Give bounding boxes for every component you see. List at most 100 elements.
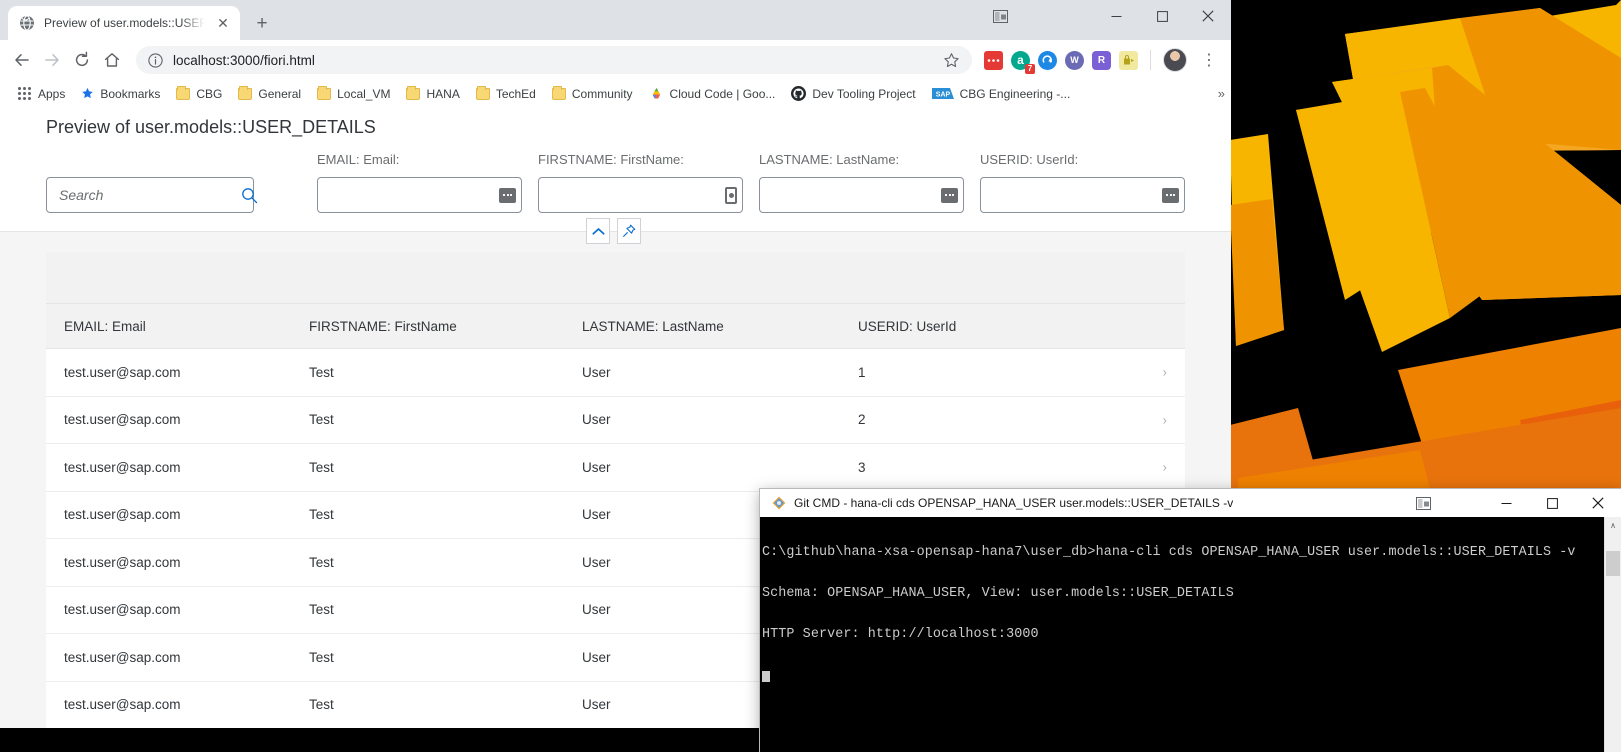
cell-lastname: User <box>582 364 611 380</box>
bookmark-label: Apps <box>38 86 66 101</box>
terminal-scrollbar[interactable]: ∧ <box>1604 517 1621 752</box>
bookmark-label: General <box>258 86 302 101</box>
terminal-prompt-line <box>762 669 1621 687</box>
bookmarks-overflow-button[interactable]: » <box>1218 86 1225 101</box>
folder-icon <box>317 85 332 100</box>
terminal-title-bar[interactable]: Git CMD - hana-cli cds OPENSAP_HANA_USER… <box>760 489 1621 517</box>
bookmark-label: HANA <box>426 86 460 101</box>
bookmark-label: Cloud Code | Goo... <box>669 86 776 101</box>
forward-button[interactable] <box>38 46 66 74</box>
magnifier-icon[interactable] <box>241 187 258 204</box>
red-dots-extension-icon[interactable] <box>984 50 1003 70</box>
collapse-filterbar-button[interactable] <box>586 218 610 244</box>
filter-firstname-label: FIRSTNAME: FirstName: <box>538 152 684 167</box>
star-icon <box>81 87 94 100</box>
toolbar-divider <box>1150 50 1151 70</box>
table-row[interactable]: test.user@sap.com Test User 3 › <box>46 444 1185 492</box>
terminal-output[interactable]: C:\github\hana-xsa-opensap-hana7\user_db… <box>760 517 1621 752</box>
cell-firstname: Test <box>309 697 334 713</box>
bookmark-label: Local_VM <box>337 86 391 101</box>
google-cloud-icon <box>649 87 664 101</box>
column-header-lastname[interactable]: LASTNAME: LastName <box>582 319 858 334</box>
filter-userid-field[interactable] <box>980 177 1185 213</box>
cell-userid: 3 <box>858 459 866 475</box>
w-circle-extension-icon[interactable]: W <box>1065 50 1084 70</box>
address-bar-url: localhost:3000/fiori.html <box>173 52 315 68</box>
filter-lastname-label: LASTNAME: LastName: <box>759 152 900 167</box>
scrollbar-thumb[interactable] <box>1606 551 1620 576</box>
bookmark-label: Dev Tooling Project <box>812 86 916 101</box>
window-maximize-button[interactable] <box>1139 0 1185 32</box>
new-tab-button[interactable]: + <box>250 11 274 35</box>
panel-layout-icon[interactable] <box>1403 489 1443 517</box>
r-hex-extension-icon[interactable]: R <box>1092 50 1111 70</box>
window-minimize-button[interactable] <box>1093 0 1139 32</box>
blue-arrow-extension-icon[interactable] <box>1038 50 1057 70</box>
filter-firstname-field[interactable] <box>538 177 743 213</box>
browser-tab-strip: Preview of user.models::USER_DE ✕ + <box>0 0 1231 40</box>
cell-userid: 2 <box>858 412 866 428</box>
folder-icon <box>238 85 253 100</box>
filter-userid-group: USERID: UserId: <box>980 152 1185 213</box>
column-header-userid[interactable]: USERID: UserId <box>858 319 1141 334</box>
bookmark-label: Bookmarks <box>100 86 161 101</box>
cell-lastname: User <box>582 459 611 475</box>
home-button[interactable] <box>98 46 126 74</box>
terminal-maximize-button[interactable] <box>1529 489 1575 517</box>
scroll-up-icon[interactable]: ∧ <box>1605 517 1621 534</box>
cell-email: test.user@sap.com <box>64 554 181 570</box>
value-help-icon[interactable] <box>1162 187 1179 203</box>
globe-icon <box>19 15 35 31</box>
value-help-icon[interactable] <box>725 186 737 204</box>
bookmark-label: TechEd <box>495 86 536 101</box>
bookmark-star-icon[interactable] <box>940 49 962 71</box>
apps-grid-icon <box>18 86 32 101</box>
info-circle-icon[interactable] <box>148 52 163 68</box>
cell-firstname: Test <box>309 412 334 428</box>
row-navigate-icon[interactable]: › <box>1163 365 1167 380</box>
adblock-badge: 7 <box>1025 63 1035 74</box>
browser-tab[interactable]: Preview of user.models::USER_DE ✕ <box>8 6 240 40</box>
window-close-button[interactable] <box>1185 0 1231 32</box>
panel-layout-icon[interactable] <box>980 0 1020 32</box>
value-help-icon[interactable] <box>941 187 958 203</box>
adblock-extension-icon[interactable]: a 7 <box>1011 50 1035 74</box>
profile-avatar[interactable] <box>1163 48 1187 72</box>
address-bar[interactable]: localhost:3000/fiori.html <box>136 46 972 74</box>
tab-close-icon[interactable]: ✕ <box>214 14 232 32</box>
filter-email-field[interactable] <box>317 177 522 213</box>
row-navigate-icon[interactable]: › <box>1163 412 1167 427</box>
filter-bar: EMAIL: Email: FIRSTNAME: FirstName: LAST… <box>0 152 1231 244</box>
search-label <box>46 152 254 169</box>
cell-email: test.user@sap.com <box>64 459 181 475</box>
search-input[interactable] <box>59 187 241 203</box>
back-button[interactable] <box>8 46 36 74</box>
filter-firstname-group: FIRSTNAME: FirstName: <box>538 152 743 213</box>
lastpass-extension-icon[interactable] <box>1119 50 1138 70</box>
fiori-header: Preview of user.models::USER_DETAILS EMA… <box>0 101 1231 244</box>
terminal-close-button[interactable] <box>1575 489 1621 517</box>
extension-icons: a 7 W R ⋮ <box>980 46 1223 74</box>
search-field[interactable] <box>46 177 258 213</box>
chrome-menu-button[interactable]: ⋮ <box>1195 46 1223 74</box>
pin-filterbar-button[interactable] <box>617 218 641 244</box>
column-header-email[interactable]: EMAIL: Email <box>46 319 309 334</box>
reload-button[interactable] <box>68 46 96 74</box>
row-navigate-icon[interactable]: › <box>1163 460 1167 475</box>
table-row[interactable]: test.user@sap.com Test User 2 › <box>46 396 1185 444</box>
cell-lastname: User <box>582 412 611 428</box>
terminal-line: HTTP Server: http://localhost:3000 <box>762 626 1039 642</box>
terminal-line: C:\github\hana-xsa-opensap-hana7\user_db… <box>762 545 1576 561</box>
search-group <box>46 152 258 213</box>
cell-email: test.user@sap.com <box>64 602 181 618</box>
github-icon <box>791 86 807 101</box>
column-header-firstname[interactable]: FIRSTNAME: FirstName <box>309 319 582 334</box>
terminal-minimize-button[interactable] <box>1483 489 1529 517</box>
sap-icon: SAP <box>931 88 954 99</box>
git-cmd-terminal-window: Git CMD - hana-cli cds OPENSAP_HANA_USER… <box>760 489 1621 752</box>
value-help-icon[interactable] <box>499 187 516 203</box>
filter-lastname-field[interactable] <box>759 177 964 213</box>
cell-firstname: Test <box>309 554 334 570</box>
folder-icon <box>551 85 566 100</box>
table-row[interactable]: test.user@sap.com Test User 1 › <box>46 349 1185 397</box>
